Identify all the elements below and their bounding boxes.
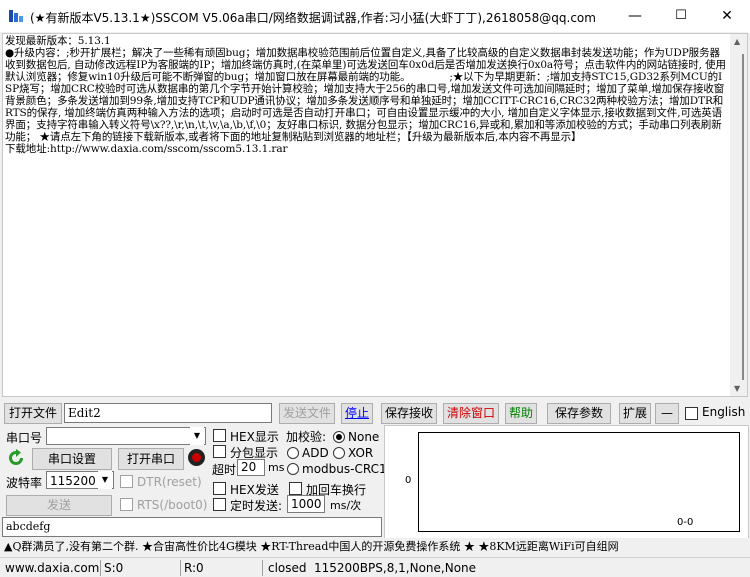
- hex-display-label: HEX显示: [230, 430, 279, 444]
- dtr-label: DTR(reset): [137, 475, 202, 489]
- timeout-unit: ms: [268, 461, 285, 474]
- port-label: 串口号: [6, 431, 43, 445]
- checksum-xor-label: XOR: [348, 446, 374, 460]
- refresh-icon[interactable]: [7, 449, 25, 467]
- app-window: (★有新版本V5.13.1★)SSCOM V5.06a串口/网络数据调试器,作者…: [0, 0, 750, 577]
- checksum-none-label: None: [348, 430, 380, 444]
- baud-label: 波特率: [6, 476, 43, 490]
- dtr-checkbox[interactable]: [120, 475, 133, 488]
- minimize-button[interactable]: —: [612, 0, 658, 32]
- checksum-add-label: ADD: [302, 446, 329, 460]
- port-status-indicator: [188, 449, 205, 466]
- received-count: R:0: [184, 561, 204, 575]
- sent-count: S:0: [104, 561, 124, 575]
- ad-banner[interactable]: ▲Q群满员了,没有第二个群. ★合宙高性价比4G模块 ★RT-Thread中国人…: [0, 538, 750, 556]
- send-button[interactable]: 发送: [6, 495, 112, 516]
- expand-button[interactable]: 扩展: [619, 403, 651, 424]
- send-file-button[interactable]: 发送文件: [279, 403, 335, 424]
- port-config: 115200BPS,8,1,None,None: [314, 561, 477, 575]
- collapse-button[interactable]: —: [655, 403, 679, 424]
- english-label: English: [702, 405, 746, 419]
- timed-send-label: 定时发送:: [230, 499, 283, 513]
- open-port-button[interactable]: 打开串口: [118, 448, 184, 470]
- timed-send-unit: ms/次: [330, 499, 362, 512]
- website-link[interactable]: www.daxia.com: [5, 560, 99, 577]
- help-button[interactable]: 帮助: [505, 403, 537, 424]
- open-file-button[interactable]: 打开文件: [4, 403, 62, 424]
- timeout-input[interactable]: 20: [237, 459, 265, 476]
- checksum-none-radio[interactable]: [333, 431, 345, 443]
- waveform-graph: 0 0-0: [384, 425, 749, 539]
- window-title: (★有新版本V5.13.1★)SSCOM V5.06a串口/网络数据调试器,作者…: [30, 11, 596, 25]
- vertical-scrollbar[interactable]: ▲ ▼: [730, 34, 747, 396]
- stop-button[interactable]: 停止: [341, 403, 373, 424]
- timeout-label: 超时: [212, 463, 237, 477]
- receive-text: 发现最新版本：5.13.1 ●升级内容：;秒开扩展栏；解决了一些稀有顽固bug；…: [5, 35, 726, 155]
- save-params-button[interactable]: 保存参数: [547, 403, 611, 424]
- scroll-down-arrow-icon[interactable]: ▼: [734, 384, 740, 393]
- english-checkbox[interactable]: [685, 407, 698, 420]
- file-path-input[interactable]: Edit2: [64, 403, 272, 423]
- timed-send-checkbox[interactable]: [213, 498, 226, 511]
- graph-x-label: 0-0: [677, 517, 694, 528]
- checksum-modbus-label: modbus-CRC16: [302, 462, 395, 476]
- rts-label: RTS(/boot0): [137, 498, 208, 512]
- maximize-button[interactable]: ☐: [658, 0, 704, 32]
- app-icon: [9, 10, 23, 22]
- graph-y-zero-label: 0: [405, 475, 412, 486]
- save-receive-button[interactable]: 保存接收: [381, 403, 437, 424]
- baud-dropdown-icon[interactable]: ▼: [98, 471, 112, 489]
- checksum-add-radio[interactable]: [287, 447, 299, 459]
- checksum-xor-radio[interactable]: [333, 447, 345, 459]
- hex-send-label: HEX发送: [230, 483, 279, 497]
- port-select[interactable]: [46, 427, 206, 445]
- send-text-input[interactable]: abcdefg: [2, 517, 382, 537]
- port-dropdown-icon[interactable]: ▼: [190, 427, 204, 445]
- hex-display-checkbox[interactable]: [213, 429, 226, 442]
- scroll-thumb[interactable]: [742, 54, 744, 380]
- packet-display-checkbox[interactable]: [213, 445, 226, 458]
- title-bar: (★有新版本V5.13.1★)SSCOM V5.06a串口/网络数据调试器,作者…: [0, 0, 750, 32]
- hex-send-checkbox[interactable]: [213, 482, 226, 495]
- add-crlf-checkbox[interactable]: [289, 482, 302, 495]
- checksum-label: 加校验:: [286, 430, 327, 444]
- close-button[interactable]: ✕: [704, 0, 750, 32]
- checksum-modbus-radio[interactable]: [287, 463, 299, 475]
- serial-settings-button[interactable]: 串口设置: [32, 448, 112, 470]
- clear-window-button[interactable]: 清除窗口: [443, 403, 499, 424]
- port-state: closed: [268, 561, 307, 575]
- scroll-up-arrow-icon[interactable]: ▲: [734, 37, 740, 46]
- rts-checkbox[interactable]: [120, 498, 133, 511]
- receive-area[interactable]: 发现最新版本：5.13.1 ●升级内容：;秒开扩展栏；解决了一些稀有顽固bug；…: [2, 33, 748, 397]
- status-bar: www.daxia.com S:0 R:0 closed 115200BPS,8…: [0, 557, 750, 577]
- timed-send-interval-input[interactable]: 1000: [287, 495, 325, 513]
